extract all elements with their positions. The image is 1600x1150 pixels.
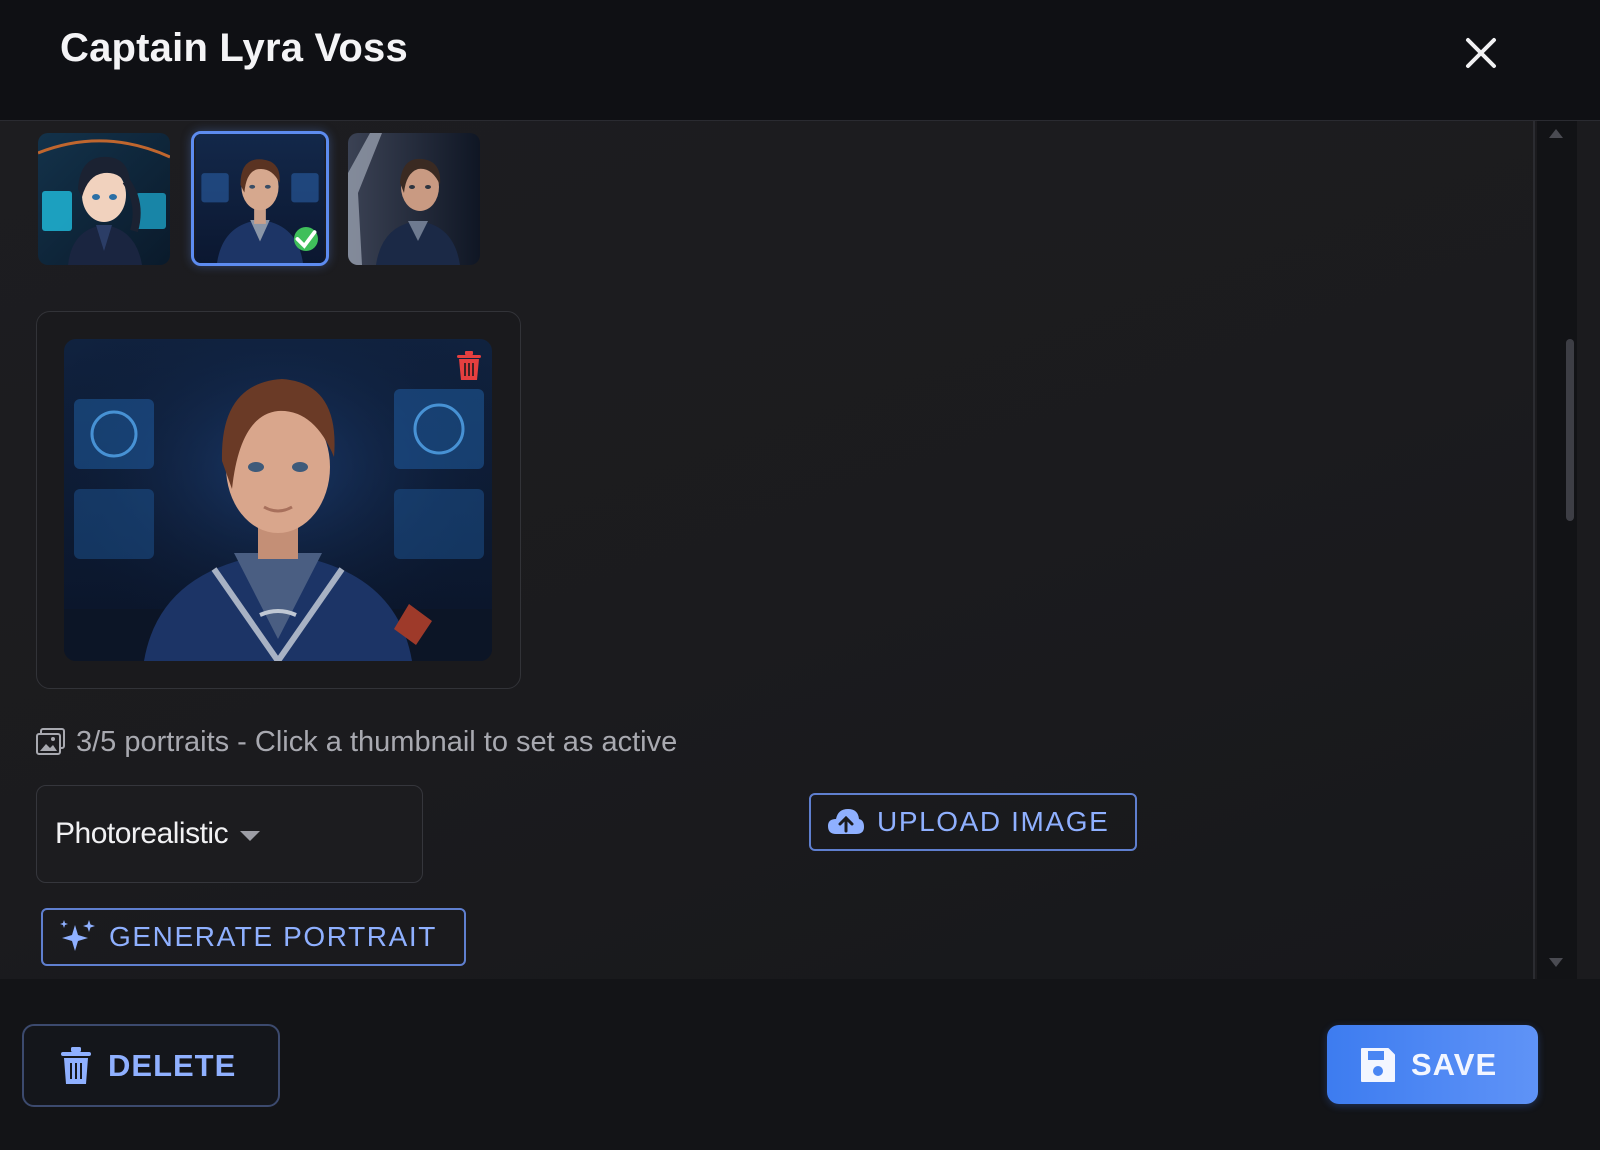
scroll-down-icon[interactable] xyxy=(1549,958,1563,967)
portrait-dialog: Captain Lyra Voss 3/5 portraits - Click … xyxy=(0,0,1600,1150)
trash-icon xyxy=(457,351,481,380)
content-scrollbar[interactable] xyxy=(1537,121,1577,979)
portrait-count-text: 3/5 portraits - Click a thumbnail to set… xyxy=(76,725,678,758)
save-icon xyxy=(1361,1047,1395,1082)
cloud-upload-icon xyxy=(828,809,864,834)
portrait-count: 3/5 portraits - Click a thumbnail to set… xyxy=(36,725,677,759)
delete-portrait-button[interactable] xyxy=(456,351,482,381)
active-portrait-image xyxy=(64,339,492,661)
portrait-thumbnail-cinematic[interactable] xyxy=(348,133,480,265)
generate-portrait-label: GENERATE PORTRAIT xyxy=(109,921,437,952)
active-check-icon xyxy=(294,227,318,251)
upload-image-button[interactable]: UPLOAD IMAGE xyxy=(809,793,1137,851)
dialog-header: Captain Lyra Voss xyxy=(0,0,1600,121)
dialog-content: 3/5 portraits - Click a thumbnail to set… xyxy=(0,121,1535,979)
style-select-value: Photorealistic xyxy=(55,817,229,850)
portrait-style-select[interactable]: Photorealistic xyxy=(36,785,423,883)
portrait-preview-card xyxy=(36,311,521,689)
scroll-up-icon[interactable] xyxy=(1549,129,1563,138)
dialog-title: Captain Lyra Voss xyxy=(60,26,408,70)
image-gallery-icon xyxy=(36,728,65,755)
dialog-footer: DELETE SAVE xyxy=(0,979,1600,1150)
portrait-thumbnail-photorealistic[interactable] xyxy=(191,131,329,266)
delete-label: DELETE xyxy=(108,1047,237,1083)
trash-icon xyxy=(61,1046,91,1084)
portrait-image xyxy=(348,133,480,265)
sparkles-icon xyxy=(60,920,95,951)
save-label: SAVE xyxy=(1411,1046,1498,1082)
save-button[interactable]: SAVE xyxy=(1327,1025,1538,1104)
portrait-image xyxy=(38,133,170,265)
close-button[interactable] xyxy=(1456,28,1506,78)
chevron-down-icon xyxy=(240,831,261,841)
upload-image-label: UPLOAD IMAGE xyxy=(877,806,1110,837)
generate-portrait-button[interactable]: GENERATE PORTRAIT xyxy=(41,908,466,966)
scrollbar-thumb[interactable] xyxy=(1566,339,1574,521)
close-icon xyxy=(1466,38,1496,68)
portrait-thumbnail-anime[interactable] xyxy=(38,133,170,265)
delete-button[interactable]: DELETE xyxy=(22,1024,280,1107)
